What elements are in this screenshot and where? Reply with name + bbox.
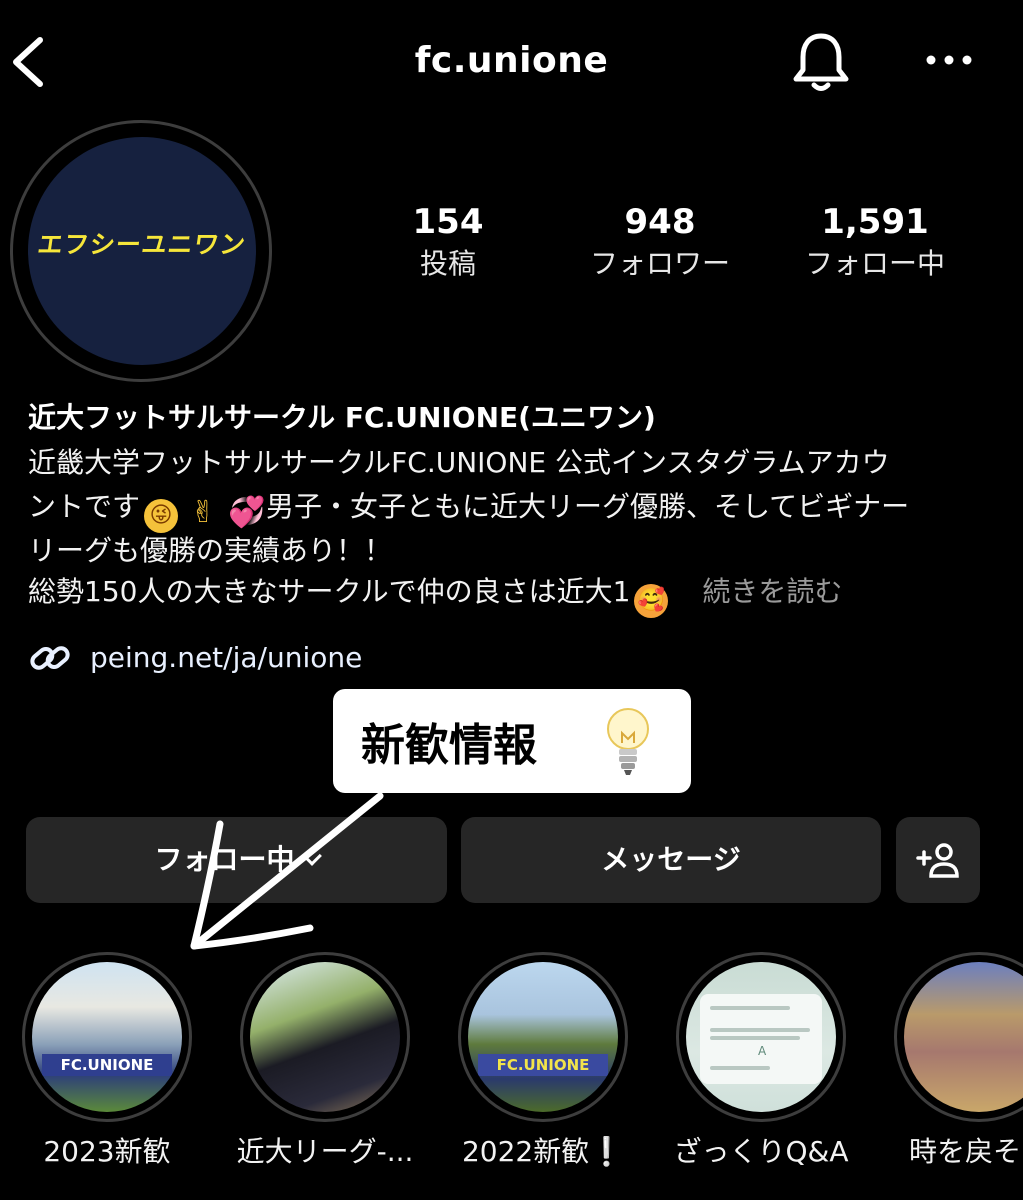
add-user-icon (916, 843, 959, 878)
callout-text: 新歓情報 (361, 720, 537, 771)
bio-line-4-text: 総勢150人の大きなサークルで仲の良さは近大1 (28, 575, 631, 608)
highlight-banner-text: FC.UNIONE (42, 1054, 172, 1076)
bio-line-2: ントです 😜 ✌ 💞男子・女子ともに近大リーグ優勝、そしてビギナー (28, 485, 909, 533)
qa-card: A (700, 994, 822, 1084)
following-label: フォロー中 (804, 247, 945, 280)
link-icon (30, 646, 70, 670)
chevron-down-icon (301, 846, 322, 866)
callout-bubble: 新歓情報 (333, 689, 691, 793)
posts-label: 投稿 (419, 247, 476, 280)
bio-line-2-text-b: 男子・女子ともに近大リーグ優勝、そしてビギナー (266, 490, 910, 523)
victory-hand-emoji: ✌ (190, 495, 216, 530)
message-button-label: メッセージ (601, 843, 741, 876)
message-button[interactable]: メッセージ (461, 817, 881, 903)
qa-card-line (710, 1036, 800, 1040)
highlight-cover-image: FC.UNIONE (468, 962, 618, 1112)
following-stat[interactable]: 1,591 フォロー中 (790, 200, 960, 284)
read-more-link[interactable]: 続きを読む (702, 575, 842, 608)
bio-line-1: 近畿大学フットサルサークルFC.UNIONE 公式インスタグラムアカウ (28, 446, 890, 479)
qa-card-line (710, 1066, 770, 1070)
light-bulb-icon (607, 708, 649, 775)
highlight-banner-text: FC.UNIONE (478, 1054, 608, 1076)
highlight-label: ざっくりQ&A (673, 1135, 849, 1168)
followers-count: 948 (624, 202, 696, 242)
smiling-face-hearts-emoji: 🥰 (634, 584, 669, 618)
winking-face-emoji: 😜 (144, 499, 179, 533)
followers-label: フォロワー (589, 247, 730, 280)
following-button-label: フォロー中 (26, 841, 447, 879)
profile-username: fc.unione (414, 40, 609, 81)
highlight-label: 2022新歓❕ (461, 1135, 625, 1168)
add-user-button[interactable] (896, 817, 980, 903)
profile-name: 近大フットサルサークル FC.UNIONE(ユニワン) (28, 401, 656, 434)
qa-card-answer: A (758, 1044, 767, 1058)
posts-count: 154 (412, 202, 484, 242)
top-bar: fc.unione (0, 0, 1023, 120)
following-button[interactable]: フォロー中 (26, 817, 447, 903)
two-hearts-emoji: 💞 (228, 495, 266, 530)
following-count: 1,591 (821, 202, 929, 242)
avatar-logo-text: エフシーユニワン (35, 230, 248, 259)
highlight-label: 近大リーグ-... (236, 1135, 414, 1168)
bio-line-2-text-a: ントです (28, 490, 141, 523)
highlight-cover-image: A (686, 962, 836, 1112)
highlight-cover-image: FC.UNIONE (32, 962, 182, 1112)
highlight-label: 2023新歓 (43, 1135, 171, 1168)
bell-icon[interactable] (790, 30, 852, 94)
followers-stat[interactable]: 948 フォロワー (570, 200, 750, 284)
highlight-cover-image (250, 962, 400, 1112)
bio-line-3: リーグも優勝の実績あり！！ (28, 534, 393, 567)
qa-card-line (710, 1006, 790, 1010)
bio-line-4: 総勢150人の大きなサークルで仲の良さは近大1 🥰 続きを読む (28, 570, 842, 618)
more-horizontal-icon[interactable] (924, 48, 974, 72)
highlight-label: 時を戻そう (908, 1135, 1023, 1168)
profile-link-text: peing.net/ja/unione (90, 641, 363, 674)
following-button-text: フォロー中 (154, 843, 295, 876)
posts-stat[interactable]: 154 投稿 (388, 200, 508, 284)
qa-card-line (710, 1028, 810, 1032)
avatar[interactable]: エフシーユニワン (28, 137, 256, 365)
